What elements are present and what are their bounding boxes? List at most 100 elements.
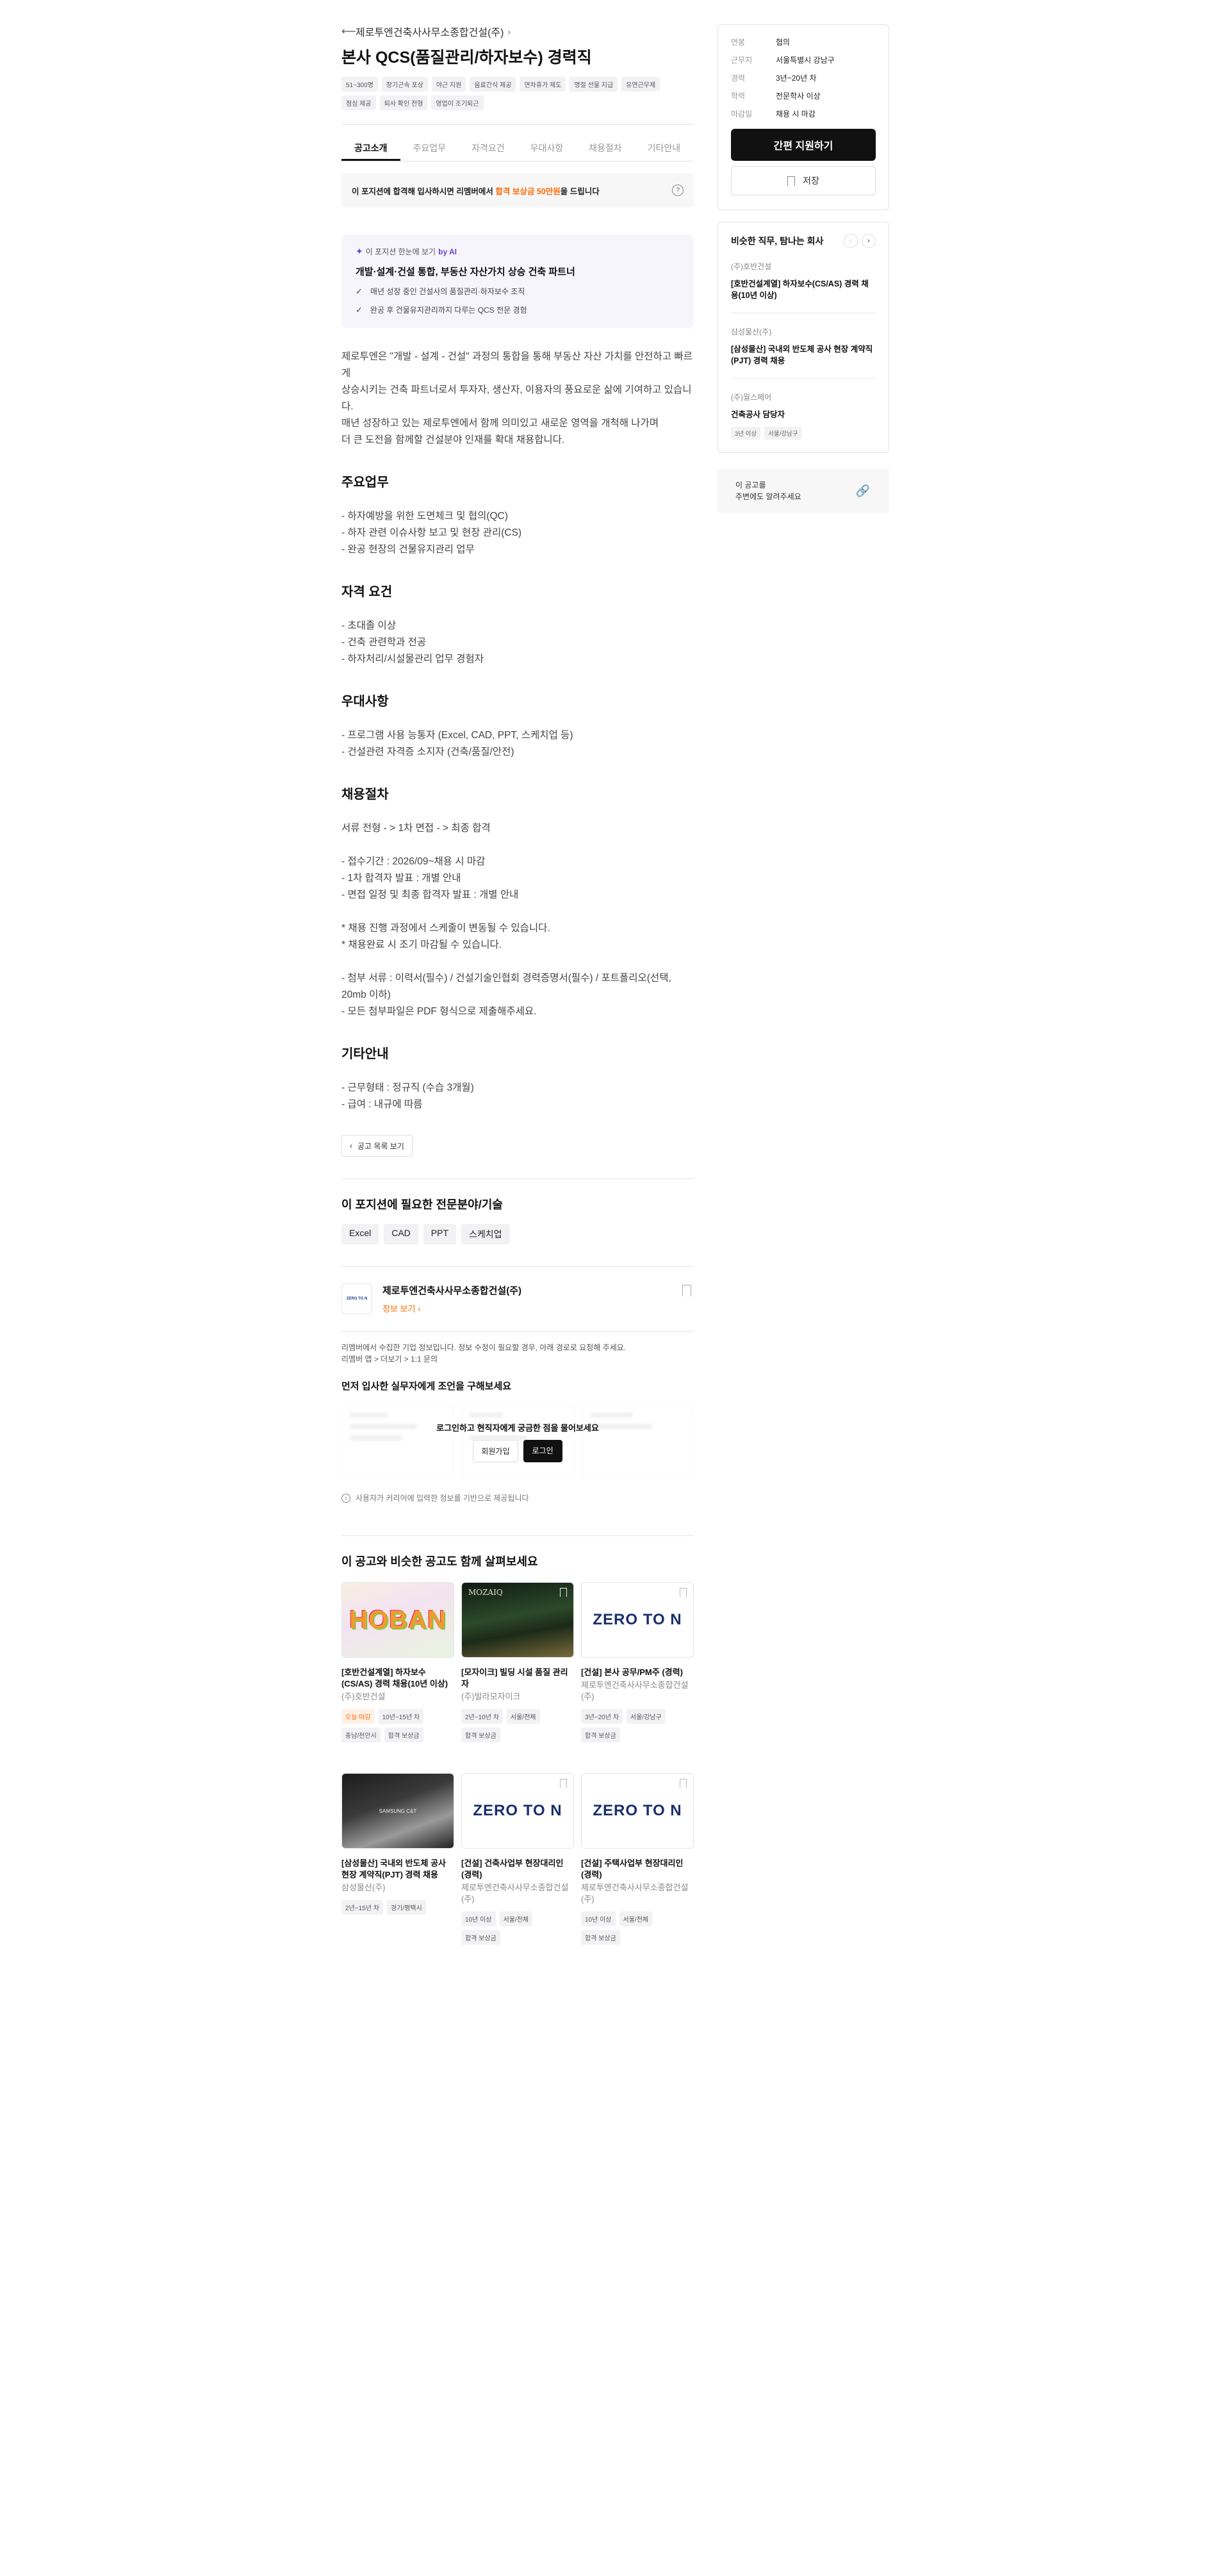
job-card-tags: 2년~15년 차 경기/평택시: [341, 1900, 454, 1915]
divider: [341, 1178, 694, 1179]
bookmark-icon[interactable]: [682, 1285, 691, 1296]
tab-3[interactable]: 자격요건: [459, 142, 518, 161]
tab-1[interactable]: 공고소개: [341, 142, 400, 161]
job-card-tag: 3년~20년 차: [581, 1709, 623, 1724]
signup-button[interactable]: 회원가입: [473, 1440, 518, 1462]
benefit-tags: 51~300명 장기근속 포상 야근 지원 음료간식 제공 연차휴가 제도 명절 선물 지…: [341, 77, 694, 110]
skills-title: 이 포지션에 필요한 전문분야/기술: [341, 1198, 503, 1211]
tab-6[interactable]: 기타안내: [635, 142, 694, 161]
similar-job-card[interactable]: SAMSUNG C&T [삼성물산] 국내외 반도체 공사 현장 계약직(PJT)…: [341, 1773, 454, 1945]
login-button[interactable]: 로그인: [523, 1440, 562, 1462]
job-card-image[interactable]: ZERO TO N: [581, 1582, 694, 1658]
job-card-title[interactable]: [호반건설계열] 하자보수(CS/AS) 경력 채용(10년 이상): [341, 1667, 454, 1690]
ai-summary: ✦ 이 포지션 한눈에 보기 by AI 개발·설계·건설 통합, 부동산 자산…: [341, 235, 694, 328]
similar-company-name: 삼성물산(주): [731, 327, 772, 336]
intro-text: 제로투엔은 "개발 - 설계 - 건설" 과정의 통합을 통해 부동산 자산 가…: [341, 351, 693, 445]
arrow-left-icon[interactable]: ⟵: [341, 25, 356, 38]
similar-job-title[interactable]: [호반건설계열] 하자보수(CS/AS) 경력 채용(10년 이상): [731, 278, 876, 301]
save-button[interactable]: 저장: [731, 166, 876, 195]
company-header[interactable]: ⟵ 제로투엔건축사사무소종합건설(주) ›: [341, 23, 694, 40]
company-note: 리멤버에서 수집한 기업 정보입니다. 정보 수정이 필요할 경우, 아래 경로…: [341, 1331, 694, 1365]
similar-job-card[interactable]: ZERO TO N [건설] 주택사업부 현장대리인 (경력) 제로투엔건축사사무소…: [581, 1773, 694, 1945]
similar-company-item[interactable]: 삼성물산(주) [삼성물산] 국내외 반도체 공사 현장 계약직(PJT) 경력 …: [731, 313, 876, 379]
job-card-title[interactable]: [모자이크] 빌딩 시설 품질 관리자: [461, 1667, 574, 1690]
advice-title: 먼저 입사한 실무자에게 조언을 구해보세요: [341, 1381, 512, 1392]
link-icon[interactable]: 🔗: [856, 484, 870, 498]
similar-job-tags: 3년 이상 서울/강남구: [731, 427, 876, 440]
benefit-tag: 연차휴가 제도: [520, 77, 566, 92]
job-card-tag: 서울/전체: [499, 1911, 533, 1926]
job-card-tag: 서울/강남구: [626, 1709, 666, 1724]
section-tabs: 공고소개 주요업무 자격요건 우대사항 채용절차 기타안내: [341, 124, 694, 161]
job-card-tags: 3년~20년 차 서울/강남구합격 보상금: [581, 1709, 694, 1742]
bookmark-icon[interactable]: [560, 1588, 567, 1597]
advice-preview: 로그인하고 현직자에게 궁금한 점을 물어보세요 회원가입 로그인: [341, 1404, 694, 1480]
job-card-image[interactable]: ZERO TO N: [581, 1773, 694, 1849]
bonus-text: 이 포지션에 합격해 입사하시면 리멤버에서 합격 보상금 50만원을 드립니다: [352, 186, 600, 196]
similar-job-title[interactable]: 건축공사 담당자: [731, 409, 876, 420]
tab-2[interactable]: 주요업무: [400, 142, 459, 161]
job-card-image[interactable]: SAMSUNG C&T: [341, 1773, 454, 1849]
bookmark-icon[interactable]: [560, 1779, 567, 1788]
job-card-tag: 합격 보상금: [461, 1930, 500, 1945]
job-card-tags: 10년 이상 서울/전체 합격 보상금: [461, 1911, 574, 1945]
help-icon[interactable]: ?: [672, 185, 684, 196]
job-card-tag: 합격 보상금: [461, 1728, 500, 1742]
skill-chip: 스케치업: [461, 1224, 510, 1244]
similar-job-card[interactable]: MOZAIQ [모자이크] 빌딩 시설 품질 관리자 (주)빌라모자이크 2년~10년…: [461, 1582, 574, 1742]
similar-company-name: (주)월스페어: [731, 393, 772, 402]
company-card[interactable]: ZERO TO N 제로투엔건축사사무소종합건설(주) 정보 보기 ›: [341, 1266, 694, 1314]
advice-footnote: i 사용자가 커리어에 입력한 정보를 기반으로 제공됩니다: [341, 1492, 694, 1503]
job-card-tag: 합격 보상금: [581, 1930, 620, 1945]
next-arrow-icon[interactable]: ›: [862, 234, 876, 248]
apply-button[interactable]: 간편 지원하기: [731, 129, 876, 161]
skill-chip: PPT: [423, 1224, 457, 1244]
job-card-image[interactable]: MOZAIQ: [461, 1582, 574, 1658]
section-etc-title: 기타안내: [341, 1047, 389, 1061]
bookmark-icon[interactable]: [680, 1779, 687, 1788]
job-card-tag: 서울/전체: [506, 1709, 540, 1724]
job-card-tag: 서울/전체: [619, 1911, 653, 1926]
job-card-title[interactable]: [건설] 본사 공무/PM주 (경력): [581, 1667, 694, 1678]
benefit-tag: 장기근속 포상: [381, 77, 428, 92]
job-list-button[interactable]: ‹ 공고 목록 보기: [341, 1135, 413, 1157]
job-info-row: 근무지 서울특별시 강남구: [731, 56, 876, 65]
job-card-title[interactable]: [건설] 주택사업부 현장대리인 (경력): [581, 1858, 694, 1881]
company-info-link[interactable]: 정보 보기 ›: [382, 1302, 521, 1314]
similar-company-item[interactable]: (주)월스페어건축공사 담당자 3년 이상 서울/강남구: [731, 379, 876, 440]
company-logo: ZERO TO N: [582, 1774, 693, 1848]
benefit-tag: 퇴사 확인 전형: [379, 95, 428, 110]
job-card-title[interactable]: [삼성물산] 국내외 반도체 공사 현장 계약직(PJT) 경력 채용: [341, 1858, 454, 1881]
job-info-row: 학력 전문학사 이상: [731, 92, 876, 101]
similar-job-card[interactable]: ZERO TO N [건설] 본사 공무/PM주 (경력) 제로투엔건축사사무소종합…: [581, 1582, 694, 1742]
similar-job-title[interactable]: [삼성물산] 국내외 반도체 공사 현장 계약직(PJT) 경력 채용: [731, 343, 876, 367]
tab-4[interactable]: 우대사항: [518, 142, 577, 161]
share-box: 이 공고를 주변에도 알려주세요 🔗: [718, 468, 889, 513]
ai-label-text: 이 포지션 한눈에 보기: [365, 247, 436, 256]
job-card-title[interactable]: [건설] 건축사업부 현장대리인 (경력): [461, 1858, 574, 1881]
benefit-tag: 점심 제공: [341, 95, 376, 110]
similar-company-item[interactable]: (주)호반건설 [호반건설계열] 하자보수(CS/AS) 경력 채용(10년 이상…: [731, 248, 876, 313]
job-card-tag: 합격 보상금: [581, 1728, 620, 1742]
job-card-tag: 2년~10년 차: [461, 1709, 503, 1724]
advice-login-message: 로그인하고 현직자에게 궁금한 점을 물어보세요: [436, 1423, 599, 1433]
chevron-right-icon: ›: [507, 26, 511, 37]
job-info-value: 전문학사 이상: [776, 92, 821, 101]
job-card-company: (주)호반건설: [341, 1692, 386, 1701]
similar-jobs-grid: HOBAN [호반건설계열] 하자보수(CS/AS) 경력 채용(10년 이상) (…: [341, 1582, 694, 1945]
section-duties-body: - 하자예방을 위한 도면체크 및 협의(QC) - 하자 관련 이슈사항 보고…: [341, 511, 522, 555]
prev-arrow-icon[interactable]: ‹: [844, 234, 858, 248]
job-card-image[interactable]: HOBAN: [341, 1582, 454, 1658]
company-name[interactable]: 제로투엔건축사사무소종합건설(주): [356, 24, 504, 39]
job-info-value: 3년~20년 차: [776, 74, 817, 83]
tab-5[interactable]: 채용절차: [576, 142, 635, 161]
similar-job-card[interactable]: ZERO TO N [건설] 건축사업부 현장대리인 (경력) 제로투엔건축사사무소…: [461, 1773, 574, 1945]
similar-job-card[interactable]: HOBAN [호반건설계열] 하자보수(CS/AS) 경력 채용(10년 이상) (…: [341, 1582, 454, 1742]
share-text: 이 공고를 주변에도 알려주세요: [735, 481, 801, 501]
job-card-tag: 2년~15년 차: [341, 1900, 383, 1915]
company-card-name[interactable]: 제로투엔건축사사무소종합건설(주): [382, 1284, 521, 1297]
job-card-image[interactable]: ZERO TO N: [461, 1773, 574, 1849]
similar-jobs-title: 이 공고와 비슷한 공고도 함께 살펴보세요: [341, 1535, 694, 1569]
job-card-tag: 경기/평택시: [386, 1900, 426, 1915]
bookmark-icon[interactable]: [680, 1588, 687, 1597]
